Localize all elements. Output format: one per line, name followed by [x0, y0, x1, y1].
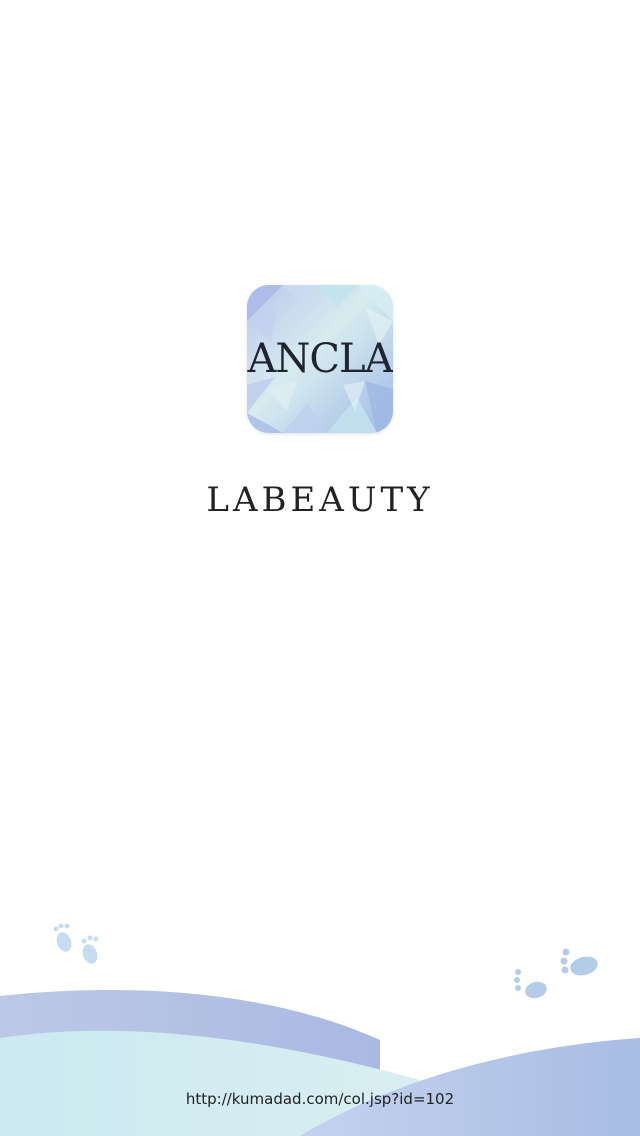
footprints-icon — [53, 923, 99, 964]
splash-screen: ANCLA LABEAUTY http://kumadad.com/col.js… — [0, 0, 640, 1136]
wave-decoration — [0, 990, 640, 1136]
footer-url[interactable]: http://kumadad.com/col.jsp?id=102 — [0, 1088, 640, 1110]
brand-name: LABEAUTY — [206, 480, 434, 520]
app-logo-icon: ANCLA — [247, 285, 393, 433]
app-logo-text: ANCLA — [247, 336, 393, 382]
